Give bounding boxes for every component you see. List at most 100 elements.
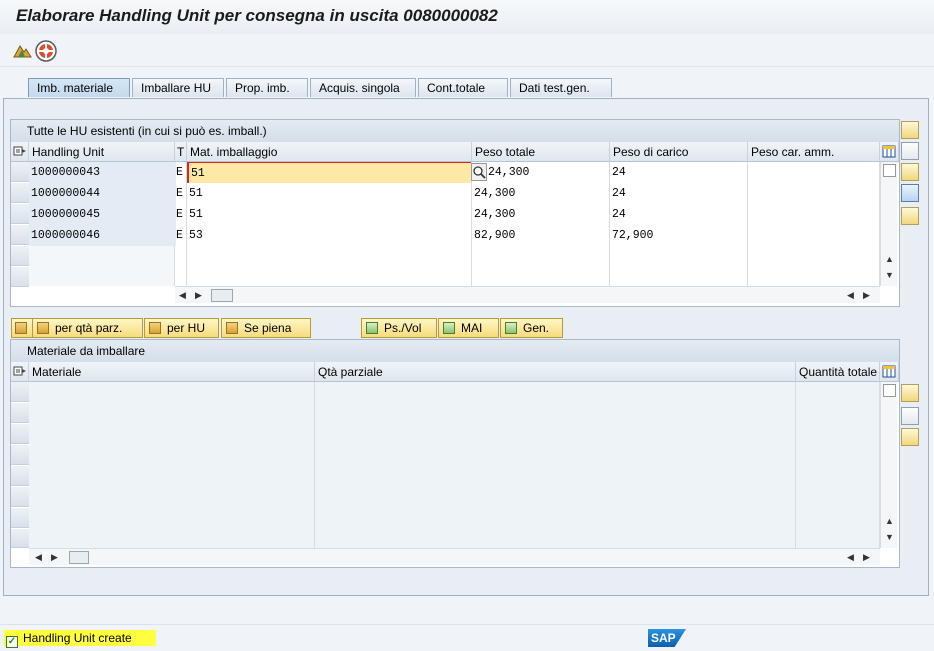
scroll-right-icon[interactable]: ▶ — [863, 552, 870, 562]
select-all-checkbox[interactable] — [883, 384, 896, 397]
col-peso-car-amm[interactable]: Peso car. amm. — [748, 142, 880, 162]
peso-carico-cell: 24 — [612, 187, 626, 200]
mountain-icon[interactable] — [12, 40, 32, 60]
gen-label: Gen. — [523, 321, 550, 335]
row-selector[interactable] — [11, 403, 29, 423]
vertical-scrollbar[interactable]: ▲ ▼ — [880, 162, 897, 286]
pack-icon[interactable] — [901, 163, 919, 181]
se-piena-button[interactable]: Se piena — [221, 318, 311, 338]
row-selector[interactable] — [11, 204, 29, 224]
row-selector[interactable] — [11, 508, 29, 528]
application-toolbar — [0, 34, 934, 67]
tab-prop-imb[interactable]: Prop. imb. — [226, 78, 308, 97]
row-selector[interactable] — [11, 445, 29, 465]
scroll-thumb[interactable] — [69, 551, 89, 564]
row-selector[interactable] — [11, 183, 29, 203]
hu-table-title: Tutte le HU esistenti (in cui si può es.… — [11, 120, 899, 143]
horizontal-scrollbar[interactable]: ◀ ▶ ◀ ▶ — [29, 548, 880, 565]
tab-imballare-hu[interactable]: Imballare HU — [132, 78, 224, 97]
layout-icon[interactable] — [11, 362, 29, 382]
scroll-down-icon[interactable]: ▼ — [885, 532, 894, 542]
material-table: Materiale da imballare Materiale Qtà par… — [10, 339, 900, 568]
layout-icon[interactable] — [11, 142, 29, 162]
box-icon[interactable] — [11, 318, 33, 338]
col-t[interactable]: T — [175, 142, 187, 162]
row-selector[interactable] — [11, 424, 29, 444]
row-selector[interactable] — [11, 246, 29, 266]
per-qta-parz-label: per qtà parz. — [55, 321, 123, 335]
select-all-icon[interactable] — [901, 384, 919, 402]
materiale-column-body — [29, 382, 315, 548]
ps-vol-button[interactable]: Ps./Vol — [361, 318, 437, 338]
unpack-icon[interactable] — [901, 207, 919, 225]
row-selector[interactable] — [11, 267, 29, 287]
mat-cell[interactable]: 53 — [189, 225, 469, 246]
row-selector[interactable] — [11, 529, 29, 548]
gen-button[interactable]: Gen. — [500, 318, 563, 338]
deselect-all-icon[interactable] — [901, 142, 919, 160]
magnifier-icon — [366, 322, 378, 334]
scroll-left-icon[interactable]: ◀ — [847, 552, 854, 562]
scroll-right-icon[interactable]: ▶ — [195, 290, 202, 300]
col-mat-imballaggio[interactable]: Mat. imballaggio — [187, 142, 472, 162]
scroll-up-icon[interactable]: ▲ — [885, 516, 894, 526]
mai-button[interactable]: MAI — [438, 318, 499, 338]
per-hu-button[interactable]: per HU — [144, 318, 219, 338]
pack-icon[interactable] — [901, 428, 919, 446]
scroll-down-icon[interactable]: ▼ — [885, 270, 894, 280]
tab-cont-totale[interactable]: Cont.totale — [418, 78, 508, 97]
scroll-right-icon[interactable]: ▶ — [51, 552, 58, 562]
select-all-checkbox[interactable] — [883, 164, 896, 177]
tab-acquis-singola[interactable]: Acquis. singola — [310, 78, 416, 97]
select-all-icon[interactable] — [901, 121, 919, 139]
scroll-left-icon[interactable]: ◀ — [179, 290, 186, 300]
ps-vol-label: Ps./Vol — [384, 321, 422, 335]
status-message[interactable]: ✓ Handling Unit create — [4, 630, 156, 648]
row-selector[interactable] — [11, 466, 29, 486]
col-peso-carico[interactable]: Peso di carico — [610, 142, 748, 162]
peso-totale-cell: 24,300 — [474, 187, 516, 200]
tab-imb-materiale[interactable]: Imb. materiale — [28, 78, 130, 97]
mat-cell[interactable]: 51 — [189, 204, 469, 225]
row-selector[interactable] — [11, 162, 29, 182]
mat-cell[interactable]: 51 — [189, 183, 469, 204]
peso-amm-cell — [750, 162, 878, 183]
status-bar: ✓ Handling Unit create SAP — [0, 624, 934, 651]
scroll-up-icon[interactable]: ▲ — [885, 254, 894, 264]
col-materiale[interactable]: Materiale — [29, 362, 315, 382]
col-peso-totale[interactable]: Peso totale — [472, 142, 610, 162]
mat-imballaggio-input[interactable]: 51 — [187, 162, 471, 183]
hu-cell[interactable]: 1000000046 — [29, 225, 176, 246]
col-qta-parziale[interactable]: Qtà parziale — [315, 362, 796, 382]
quantita-totale-column-body — [796, 382, 880, 548]
row-selector[interactable] — [11, 225, 29, 245]
deselect-all-icon[interactable] — [901, 407, 919, 425]
col-handling-unit[interactable]: Handling Unit — [29, 142, 175, 162]
scroll-left-icon[interactable]: ◀ — [847, 290, 854, 300]
scroll-thumb[interactable] — [211, 289, 233, 302]
hu-cell[interactable]: 1000000043 — [29, 162, 176, 183]
peso-totale-cell: 82,900 — [474, 229, 516, 242]
column-settings-icon[interactable] — [880, 142, 899, 162]
peso-totale-cell: 24,300 — [474, 208, 516, 221]
row-selector[interactable] — [11, 487, 29, 507]
scroll-left-icon[interactable]: ◀ — [35, 552, 42, 562]
box-icon — [226, 322, 238, 334]
hu-cell[interactable]: 1000000045 — [29, 204, 176, 225]
tab-dati-test-gen[interactable]: Dati test.gen. — [510, 78, 612, 97]
search-help-icon[interactable] — [471, 163, 487, 181]
vertical-scrollbar[interactable]: ▲ ▼ — [880, 382, 897, 548]
hu-cell[interactable]: 1000000044 — [29, 183, 176, 204]
per-qta-parz-button[interactable]: per qtà parz. — [32, 318, 143, 338]
status-text: Handling Unit create — [23, 631, 132, 645]
col-quantita-totale[interactable]: Quantità totale — [796, 362, 880, 382]
row-selector[interactable] — [11, 382, 29, 402]
mai-label: MAI — [461, 321, 483, 335]
column-settings-icon[interactable] — [880, 362, 899, 382]
horizontal-scrollbar[interactable]: ◀ ▶ ◀ ▶ — [175, 286, 880, 303]
scroll-right-icon[interactable]: ▶ — [863, 290, 870, 300]
qta-parziale-column-body — [315, 382, 796, 548]
lifebuoy-icon[interactable] — [34, 39, 58, 63]
delete-icon[interactable] — [901, 184, 919, 202]
se-piena-label: Se piena — [244, 321, 292, 335]
